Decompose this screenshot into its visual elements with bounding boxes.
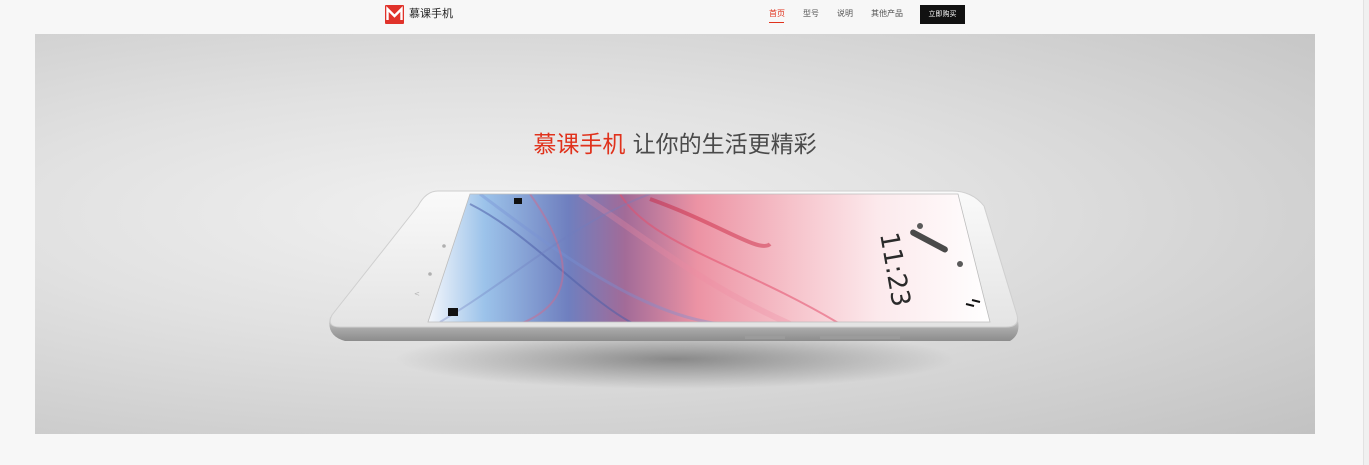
svg-text:<: < <box>414 290 420 298</box>
nav-other-products[interactable]: 其他产品 <box>871 9 903 19</box>
hero-banner: 慕课手机 让你的生活更精彩 11:23 < <box>35 34 1315 434</box>
nav-models[interactable]: 型号 <box>803 9 819 19</box>
nav-home[interactable]: 首页 <box>769 9 785 19</box>
nav-active-indicator <box>769 22 784 23</box>
top-navbar: 慕课手机 首页 型号 说明 其他产品 立即购买 <box>0 0 1369 30</box>
slogan-highlight: 慕课手机 <box>533 132 626 158</box>
hero-slogan: 慕课手机 让你的生活更精彩 <box>35 130 1315 160</box>
brand-name[interactable]: 慕课手机 <box>409 7 453 21</box>
buy-now-button[interactable]: 立即购买 <box>920 5 965 24</box>
nav-instructions[interactable]: 说明 <box>837 9 853 19</box>
logo-icon[interactable] <box>385 5 404 24</box>
vertical-scrollbar[interactable] <box>1363 0 1369 465</box>
phone-image: 11:23 < <box>329 190 1019 389</box>
slogan-text: 让你的生活更精彩 <box>632 132 817 158</box>
